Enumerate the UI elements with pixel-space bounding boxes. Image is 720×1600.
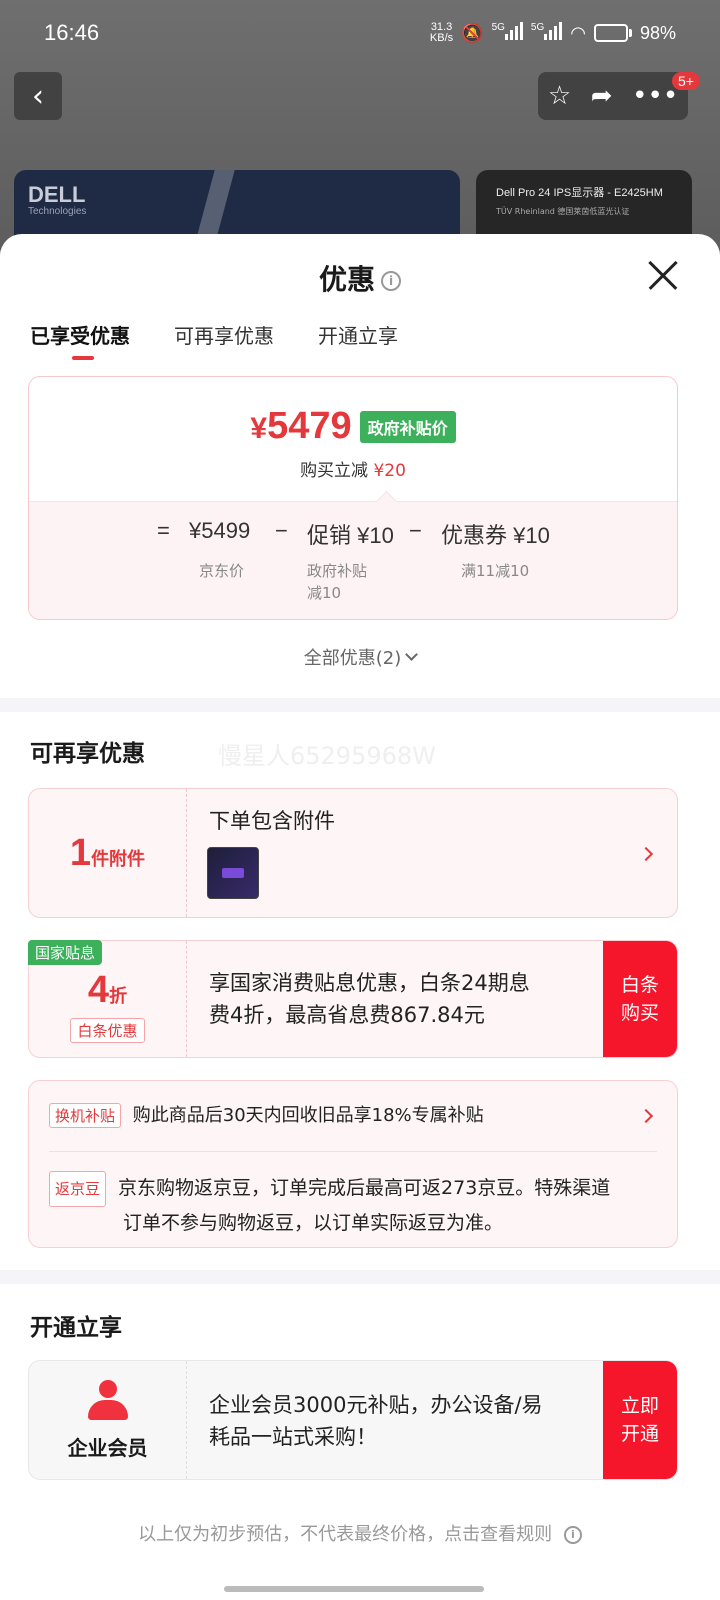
interest-text: 享国家消费贴息优惠，白条24期息 费4折，最高省息费867.84元 xyxy=(209,971,530,1027)
sheet-header: 优惠 i xyxy=(0,234,720,314)
instant-reduction: 购买立减 ¥20 xyxy=(300,461,406,481)
baitiao-tag: 白条优惠 xyxy=(70,1018,145,1043)
open-now-button[interactable]: 立即 开通 xyxy=(603,1361,677,1479)
final-price: ¥5479 xyxy=(250,405,352,447)
section-title-open: 开通立享 xyxy=(30,1315,122,1341)
close-button[interactable] xyxy=(648,260,678,290)
info-icon: i xyxy=(563,1526,582,1544)
info-icon[interactable]: i xyxy=(381,271,401,291)
top-actions: ☆ ➦ ••• xyxy=(538,72,688,120)
member-text: 企业会员3000元补贴，办公设备/易 耗品一站式采购！ xyxy=(209,1393,543,1449)
member-label: 企业会员 xyxy=(67,1435,148,1460)
battery-percent: 98% xyxy=(639,22,676,43)
member-person-icon xyxy=(86,1379,130,1424)
more-icon[interactable]: ••• xyxy=(632,81,678,111)
coupon-desc: 满11减10 xyxy=(461,562,530,580)
tradein-tag: 换机补贴 xyxy=(49,1103,122,1128)
section-title-more: 可再享优惠 xyxy=(30,741,145,767)
price-breakdown: = ¥5499 − 促销 ¥10 − 优惠券 ¥10 京东价 政府补贴 减10 满… xyxy=(29,501,677,619)
base-price: ¥5499 xyxy=(189,518,251,543)
enterprise-member-card: 企业会员 企业会员3000元补贴，办公设备/易 耗品一站式采购！ 立即 开通 xyxy=(28,1360,678,1480)
watermark: 慢星人65295968W xyxy=(218,742,436,770)
status-bar: 16:46 31.3 KB/s 🔕 5G 5G ◠ 98% xyxy=(0,0,720,66)
battery-icon xyxy=(593,24,632,42)
wifi-icon: ◠ xyxy=(570,22,586,43)
chevron-right-icon xyxy=(638,846,654,862)
home-indicator[interactable] xyxy=(224,1586,484,1592)
national-interest-tag: 国家贴息 xyxy=(28,940,103,965)
monitor-sub: TÜV Rheinland 德国莱茵低蓝光认证 xyxy=(496,207,630,216)
monitor-title: Dell Pro 24 IPS显示器 - E2425HM xyxy=(496,187,663,199)
back-button[interactable]: ‹ xyxy=(14,72,62,120)
gov-subsidy-tag: 政府补贴价 xyxy=(359,410,456,443)
promo-amount: 促销 ¥10 xyxy=(307,523,394,548)
chevron-right-icon xyxy=(638,1108,654,1124)
chevron-left-icon: ‹ xyxy=(32,78,44,114)
all-offers-toggle[interactable]: 全部优惠(2) xyxy=(0,644,720,670)
tab-more-offers[interactable]: 可再享优惠 xyxy=(174,314,274,364)
tab-enjoyed[interactable]: 已享受优惠 xyxy=(30,314,130,364)
offers-sheet: 优惠 i 已享受优惠 可再享优惠 开通立享 ¥5479 政府补贴价 购买立减 ¥2… xyxy=(0,234,720,1600)
signal-icon: 5G xyxy=(492,21,523,45)
signal-icon: 5G xyxy=(531,21,563,45)
accessory-text: 下单包含附件 xyxy=(209,809,335,833)
star-icon[interactable]: ☆ xyxy=(548,81,571,111)
status-time: 16:46 xyxy=(44,20,100,45)
tradein-row[interactable]: 换机补贴 购此商品后30天内回收旧品享18%专属补贴 xyxy=(49,1101,484,1128)
promo-desc: 政府补贴 减10 xyxy=(307,562,368,602)
interest-subsidy-card: 4折 白条优惠 享国家消费贴息优惠，白条24期息 费4折，最高省息费867.84… xyxy=(28,940,678,1058)
status-icons: 31.3 KB/s 🔕 5G 5G ◠ 98% xyxy=(429,21,676,45)
chevron-down-icon xyxy=(405,648,419,661)
share-icon[interactable]: ➦ xyxy=(591,81,613,111)
jingdou-row: 返京豆 京东购物返京豆，订单完成后最高可返273京豆。特殊渠道 订单不参与购物返豆… xyxy=(49,1171,610,1239)
section-divider xyxy=(0,1270,720,1284)
tab-open-enjoy[interactable]: 开通立享 xyxy=(318,314,398,364)
section-divider xyxy=(0,698,720,712)
tab-bar: 已享受优惠 可再享优惠 开通立享 xyxy=(0,314,720,364)
message-badge: 5+ xyxy=(672,72,700,90)
sheet-title: 优惠 i xyxy=(0,258,720,298)
dell-logo: DELL xyxy=(28,182,86,207)
base-price-desc: 京东价 xyxy=(199,562,245,580)
price-card: ¥5479 政府补贴价 购买立减 ¥20 = ¥5499 − 促销 ¥10 − … xyxy=(28,376,678,620)
coupon-amount: 优惠券 ¥10 xyxy=(441,523,550,548)
network-speed: 31.3 KB/s xyxy=(429,21,454,44)
extra-benefits-card: 换机补贴 购此商品后30天内回收旧品享18%专属补贴 返京豆 京东购物返京豆，订单… xyxy=(28,1080,678,1248)
baitiao-buy-button[interactable]: 白条 购买 xyxy=(603,941,677,1057)
jingdou-tag: 返京豆 xyxy=(49,1171,107,1207)
rules-footnote[interactable]: 以上仅为初步预估，不代表最终价格，点击查看规则 i xyxy=(0,1520,720,1546)
mute-bell-icon: 🔕 xyxy=(461,22,484,43)
accessory-thumbnail xyxy=(207,847,259,899)
accessory-card[interactable]: 1件附件 下单包含附件 xyxy=(28,788,678,918)
dell-sub: Technologies xyxy=(28,206,87,217)
